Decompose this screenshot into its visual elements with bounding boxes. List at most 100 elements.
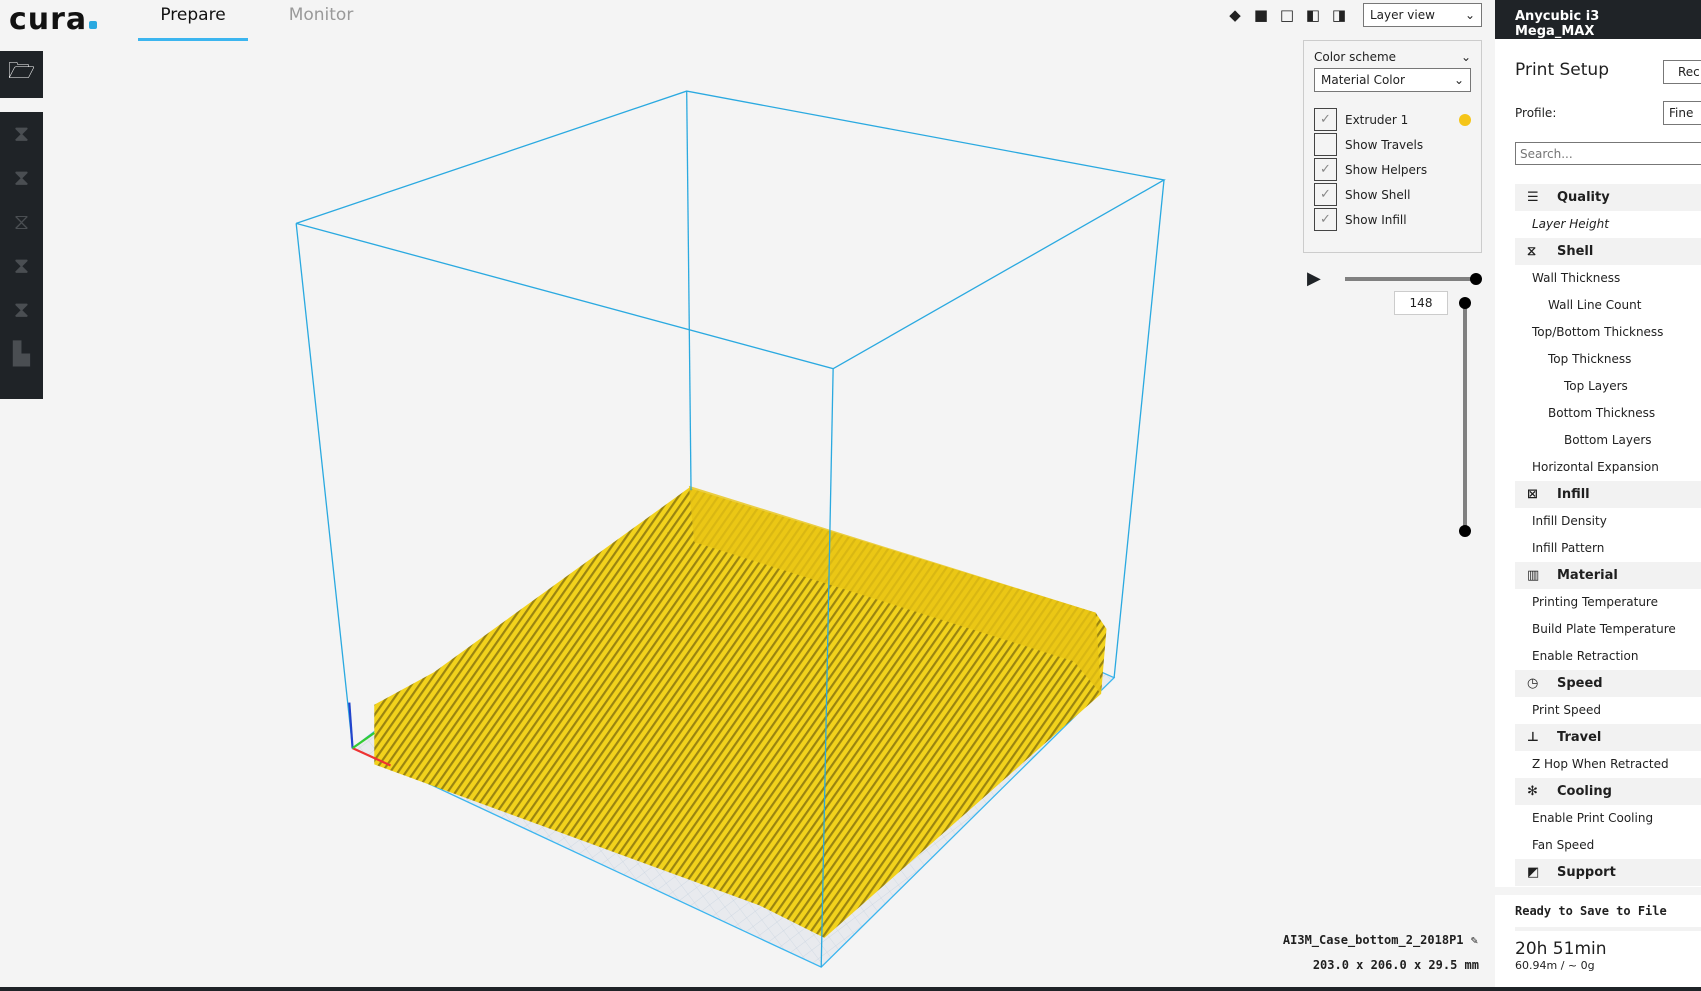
category-label: Speed	[1557, 676, 1603, 691]
setting-item[interactable]: Build Plate Temperature	[1495, 616, 1701, 643]
check-icon: ✓	[1314, 158, 1337, 181]
view-3d-icon[interactable]: ◆	[1226, 6, 1244, 24]
show-helpers-checkbox[interactable]: ✓ Show Helpers	[1314, 157, 1471, 182]
cooling-icon: ✻	[1527, 784, 1538, 799]
path-slider[interactable]	[1345, 277, 1475, 281]
view-mode-select[interactable]: Layer view ⌄	[1363, 3, 1482, 27]
checkbox-label: Show Travels	[1345, 137, 1424, 152]
settings-category-travel[interactable]: ⊥ Travel	[1515, 724, 1701, 751]
extruder-color-dot	[1459, 113, 1471, 126]
speed-icon: ◷	[1527, 676, 1539, 691]
show-infill-checkbox[interactable]: ✓ Show Infill	[1314, 207, 1471, 232]
color-scheme-toggle[interactable]: Color scheme ⌄	[1314, 50, 1471, 64]
setting-item[interactable]: Top Thickness	[1495, 346, 1701, 373]
print-time: 20h 51min	[1515, 939, 1607, 959]
setting-item[interactable]: Enable Print Cooling	[1495, 805, 1701, 832]
checkbox-label: Show Helpers	[1345, 162, 1428, 177]
show-travels-checkbox[interactable]: Show Travels	[1314, 132, 1471, 157]
view-front-icon[interactable]: ■	[1252, 6, 1270, 24]
chevron-down-icon: ⌄	[1460, 50, 1471, 64]
layer-slider-upper-handle[interactable]	[1459, 297, 1471, 309]
bottom-bar	[0, 987, 1701, 991]
check-icon: ✓	[1314, 183, 1337, 206]
color-scheme-select[interactable]: Material Color ⌄	[1314, 68, 1471, 92]
settings-category-cooling[interactable]: ✻ Cooling	[1515, 778, 1701, 805]
pencil-icon[interactable]: ✎	[1471, 933, 1478, 947]
color-scheme-label: Color scheme	[1314, 50, 1397, 64]
layer-slider[interactable]	[1463, 303, 1467, 531]
setting-item[interactable]: Top Layers	[1495, 373, 1701, 400]
quality-icon: ☰	[1527, 190, 1539, 205]
setting-item[interactable]: Infill Density	[1495, 508, 1701, 535]
setting-item[interactable]: Wall Line Count	[1495, 292, 1701, 319]
folder-open-icon: 🗁	[7, 59, 36, 84]
recommended-button[interactable]: Rec	[1663, 60, 1701, 84]
tool-sidebar: ⧗ ⧗ ⧖ ⧗ ⧗ ▙	[0, 112, 43, 399]
cura-logo: cura	[9, 2, 98, 37]
profile-label: Profile:	[1515, 106, 1557, 120]
chevron-down-icon: ⌄	[1453, 73, 1464, 87]
settings-category-speed[interactable]: ◷ Speed	[1515, 670, 1701, 697]
model-name: AI3M_Case_bottom_2_2018P1 ✎	[1282, 933, 1478, 947]
show-shell-checkbox[interactable]: ✓ Show Shell	[1314, 182, 1471, 207]
setting-item[interactable]: Top/Bottom Thickness	[1495, 319, 1701, 346]
material-usage: 60.94m / ~ 0g	[1515, 959, 1595, 972]
view-left-icon[interactable]: ◧	[1304, 6, 1322, 24]
setting-item[interactable]: Fan Speed	[1495, 832, 1701, 859]
view-mode-value: Layer view	[1370, 8, 1435, 22]
checkbox-label: Extruder 1	[1345, 112, 1409, 127]
slice-status: Ready to Save to File	[1515, 904, 1667, 918]
settings-category-quality[interactable]: ☰ Quality	[1515, 184, 1701, 211]
layer-slider-lower-handle[interactable]	[1459, 525, 1471, 537]
open-file-button[interactable]: 🗁	[0, 51, 43, 98]
setting-item[interactable]: Print Speed	[1495, 697, 1701, 724]
category-label: Quality	[1557, 190, 1610, 205]
printer-name[interactable]: Anycubic i3 Mega_MAX	[1495, 0, 1701, 39]
shell-icon: ⧖	[1527, 244, 1537, 259]
current-layer-input[interactable]: 148	[1394, 291, 1448, 315]
panel-title: Print Setup	[1515, 60, 1609, 80]
setting-item[interactable]: Bottom Layers	[1495, 427, 1701, 454]
setting-item[interactable]: Printing Temperature	[1495, 589, 1701, 616]
translate-tool-icon[interactable]: ⧗	[0, 112, 43, 156]
setting-item[interactable]: Layer Height	[1495, 211, 1701, 238]
per-model-settings-icon[interactable]: ⧗	[0, 288, 43, 332]
view-top-icon[interactable]: □	[1278, 6, 1296, 24]
mirror-tool-icon[interactable]: ⧗	[0, 244, 43, 288]
setting-item[interactable]: Enable Retraction	[1495, 643, 1701, 670]
category-label: Support	[1557, 865, 1616, 880]
view-right-icon[interactable]: ◨	[1330, 6, 1348, 24]
settings-search-input[interactable]	[1515, 142, 1701, 165]
checkbox-label: Show Shell	[1345, 187, 1411, 202]
print-setup-panel: Anycubic i3 Mega_MAX Print Setup Rec Pro…	[1495, 0, 1701, 991]
profile-select[interactable]: Fine	[1663, 101, 1701, 125]
checkbox-label: Show Infill	[1345, 212, 1407, 227]
status-area: Ready to Save to File 20h 51min 60.94m /…	[1495, 887, 1701, 991]
setting-item[interactable]: Bottom Thickness	[1495, 400, 1701, 427]
settings-category-infill[interactable]: ⊠ Infill	[1515, 481, 1701, 508]
category-label: Shell	[1557, 244, 1594, 259]
setting-item[interactable]: Wall Thickness	[1495, 265, 1701, 292]
settings-category-shell[interactable]: ⧖ Shell	[1515, 238, 1701, 265]
path-slider-handle[interactable]	[1470, 273, 1482, 285]
scale-tool-icon[interactable]: ⧗	[0, 156, 43, 200]
setting-item[interactable]: Infill Pattern	[1495, 535, 1701, 562]
setting-item[interactable]: Z Hop When Retracted	[1495, 751, 1701, 778]
support-blocker-icon[interactable]: ▙	[0, 332, 43, 376]
play-simulation-button[interactable]: ▶	[1307, 268, 1321, 289]
extruder-1-checkbox[interactable]: ✓ Extruder 1	[1314, 107, 1471, 132]
settings-category-support[interactable]: ◩ Support	[1515, 859, 1701, 886]
category-label: Infill	[1557, 487, 1590, 502]
model-dimensions: 203.0 x 206.0 x 29.5 mm	[1312, 958, 1479, 972]
tab-monitor[interactable]: Monitor	[266, 0, 376, 41]
rotate-tool-icon[interactable]: ⧖	[0, 200, 43, 244]
layer-view-options: Color scheme ⌄ Material Color ⌄ ✓ Extruder …	[1303, 40, 1482, 253]
tab-prepare[interactable]: Prepare	[138, 0, 248, 41]
setting-item[interactable]: Horizontal Expansion	[1495, 454, 1701, 481]
material-icon: ▥	[1527, 568, 1540, 583]
check-icon: ✓	[1314, 108, 1337, 131]
color-scheme-value: Material Color	[1321, 73, 1405, 87]
settings-category-material[interactable]: ▥ Material	[1515, 562, 1701, 589]
category-label: Material	[1557, 568, 1618, 583]
travel-icon: ⊥	[1527, 730, 1539, 745]
